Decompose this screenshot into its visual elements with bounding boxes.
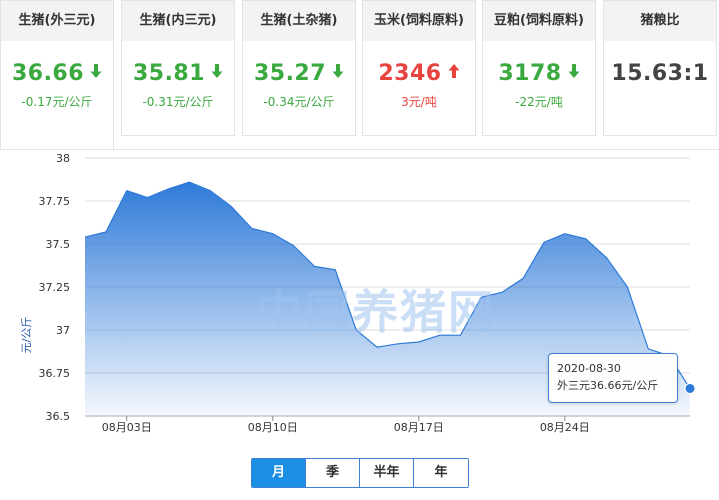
data-point[interactable] <box>165 186 171 192</box>
range-quarter-button[interactable]: 季 <box>306 459 360 487</box>
arrow-down-icon <box>332 60 344 85</box>
data-point[interactable] <box>583 236 589 242</box>
range-month-button[interactable]: 月 <box>252 459 306 487</box>
y-tick-label: 37.5 <box>46 238 71 251</box>
tooltip-date: 2020-08-30 <box>557 362 621 375</box>
data-point[interactable] <box>645 346 651 352</box>
card-title: 生猪(内三元) <box>122 1 234 41</box>
data-point[interactable] <box>541 239 547 245</box>
range-halfyear-button[interactable]: 半年 <box>360 459 414 487</box>
data-point[interactable] <box>478 294 484 300</box>
data-point[interactable] <box>374 344 380 350</box>
data-point[interactable] <box>562 231 568 237</box>
arrow-down-icon <box>211 60 223 85</box>
card-corn[interactable]: 玉米(饲料原料) 2346 3元/吨 <box>362 0 476 136</box>
card-change: 3元/吨 <box>401 95 437 109</box>
card-change: -0.31元/公斤 <box>142 95 214 109</box>
y-axis-ticks: 38 37.75 37.5 37.25 37 36.75 36.5 <box>39 152 71 423</box>
watermark-text: 中国养猪网 <box>256 285 496 339</box>
data-point[interactable] <box>437 332 443 338</box>
card-title: 生猪(土杂猪) <box>243 1 355 41</box>
card-soybean-meal[interactable]: 豆粕(饲料原料) 3178 -22元/吨 <box>482 0 596 136</box>
card-change: -0.17元/公斤 <box>21 95 93 109</box>
card-price: 35.81 <box>122 61 234 86</box>
data-point[interactable] <box>270 231 276 237</box>
card-price: 2346 <box>363 61 475 86</box>
data-point[interactable] <box>624 284 630 290</box>
data-point[interactable] <box>124 188 130 194</box>
x-axis-ticks: 08月03日 08月10日 08月17日 08月24日 <box>85 415 690 434</box>
card-title: 猪粮比 <box>604 1 716 41</box>
arrow-down-icon <box>568 60 580 85</box>
card-title: 玉米(饲料原料) <box>363 1 475 41</box>
range-selector: 月 季 半年 年 <box>251 458 469 488</box>
data-point[interactable] <box>82 234 88 240</box>
data-point[interactable] <box>604 255 610 261</box>
data-point[interactable] <box>416 339 422 345</box>
data-point[interactable] <box>145 195 151 201</box>
card-title: 豆粕(饲料原料) <box>483 1 595 41</box>
card-price: 3178 <box>483 61 595 86</box>
data-point[interactable] <box>499 289 505 295</box>
data-point[interactable] <box>228 203 234 209</box>
x-tick-label: 08月03日 <box>102 421 152 434</box>
arrow-down-icon <box>90 60 102 85</box>
price-cards: 生猪(外三元) 36.66 -0.17元/公斤 生猪(内三元) 35.81 -0… <box>0 0 719 150</box>
arrow-up-icon <box>448 60 460 85</box>
y-tick-label: 37.25 <box>39 281 71 294</box>
range-year-button[interactable]: 年 <box>414 459 468 487</box>
tooltip-value: 外三元36.66元/公斤 <box>557 379 659 392</box>
y-tick-label: 37.75 <box>39 195 71 208</box>
price-chart: 中国养猪网 38 37.75 37.5 37.25 37 36.75 36.5 08月03日… <box>20 152 696 434</box>
y-tick-label: 37 <box>56 324 70 337</box>
data-point[interactable] <box>520 275 526 281</box>
card-pig-neisanyuan[interactable]: 生猪(内三元) 35.81 -0.31元/公斤 <box>121 0 235 136</box>
card-pig-tuzazhu[interactable]: 生猪(土杂猪) 35.27 -0.34元/公斤 <box>242 0 356 136</box>
card-change: -0.34元/公斤 <box>263 95 335 109</box>
y-tick-label: 38 <box>56 152 70 165</box>
card-pig-grain-ratio[interactable]: 猪粮比 15.63:1 <box>603 0 717 136</box>
chart-panel: 中国养猪网 38 37.75 37.5 37.25 37 36.75 36.5 08月03日… <box>0 149 719 500</box>
data-point[interactable] <box>332 267 338 273</box>
data-point[interactable] <box>395 341 401 347</box>
data-point[interactable] <box>207 188 213 194</box>
y-tick-label: 36.75 <box>39 367 71 380</box>
data-point[interactable] <box>249 226 255 232</box>
x-tick-label: 08月10日 <box>248 421 298 434</box>
card-change: -22元/吨 <box>515 95 563 109</box>
highlighted-data-point[interactable] <box>684 382 696 394</box>
data-point[interactable] <box>291 243 297 249</box>
data-point[interactable] <box>458 332 464 338</box>
card-price: 15.63:1 <box>611 61 709 86</box>
card-price: 36.66 <box>1 61 113 86</box>
data-point[interactable] <box>353 327 359 333</box>
card-pig-waisanyuan[interactable]: 生猪(外三元) 36.66 -0.17元/公斤 <box>0 0 114 150</box>
x-tick-label: 08月24日 <box>540 421 590 434</box>
x-tick-label: 08月17日 <box>394 421 444 434</box>
card-title: 生猪(外三元) <box>1 1 113 41</box>
data-point[interactable] <box>186 179 192 185</box>
y-axis-label: 元/公斤 <box>20 317 33 354</box>
chart-tooltip: 2020-08-30 外三元36.66元/公斤 <box>548 353 678 403</box>
card-price: 35.27 <box>243 61 355 86</box>
data-point[interactable] <box>311 263 317 269</box>
data-point[interactable] <box>103 229 109 235</box>
y-tick-label: 36.5 <box>46 410 71 423</box>
